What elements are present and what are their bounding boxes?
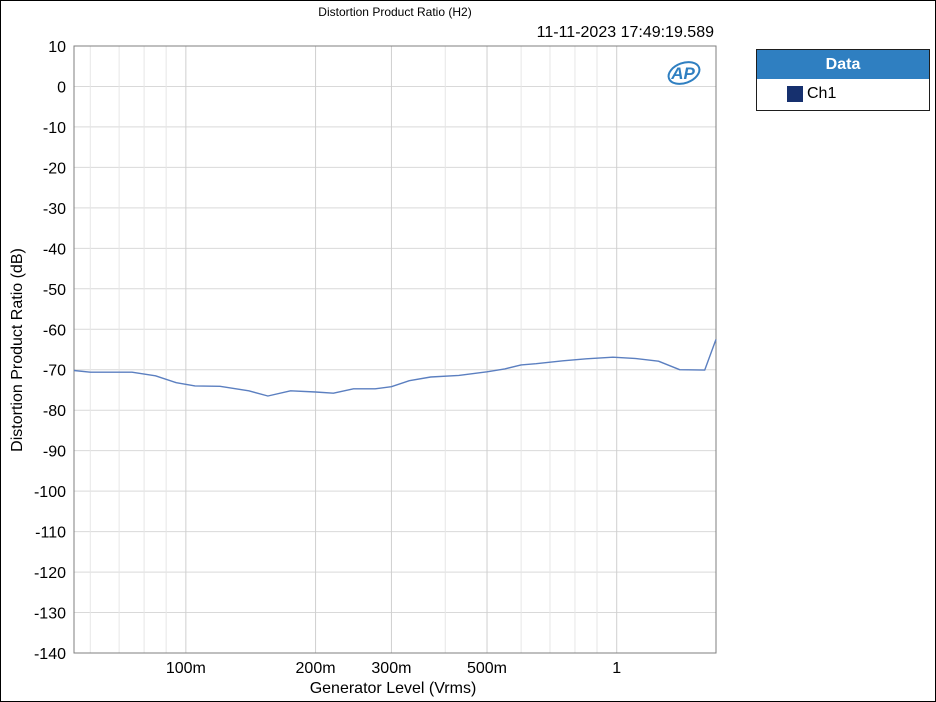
x-tick-label: 1: [612, 660, 621, 677]
x-tick-label: 100m: [166, 660, 206, 677]
y-tick-label: -140: [34, 646, 66, 663]
y-axis-label: Distortion Product Ratio (dB): [9, 248, 26, 452]
y-tick-label: -110: [35, 525, 66, 542]
y-tick-label: 0: [57, 79, 66, 96]
series-line-ch1: [73, 339, 717, 397]
chart-title: Distortion Product Ratio (H2): [318, 5, 471, 19]
y-tick-label: -50: [43, 282, 66, 299]
x-tick-label: 500m: [467, 660, 507, 677]
y-tick-label: -20: [43, 160, 66, 177]
legend-swatch-icon: [787, 86, 803, 102]
y-tick-label: -40: [43, 241, 66, 258]
ap-logo-icon: AP: [667, 61, 701, 85]
y-tick-label: -70: [43, 363, 66, 380]
x-axis-label: Generator Level (Vrms): [310, 680, 477, 697]
ap-logo-text: AP: [670, 64, 695, 83]
y-tick-label: -60: [43, 322, 66, 339]
y-tick-label: -120: [34, 565, 66, 582]
grid: [74, 45, 716, 654]
axes: 10 0 -10 -20 -30 -40 -50 -60 -70 -80 -90 -100 -110 -1…: [34, 39, 717, 677]
x-tick-label: 300m: [371, 660, 411, 677]
y-tick-label: 10: [48, 39, 66, 56]
y-tick-label: -10: [43, 120, 66, 137]
text-layer: Distortion Product Ratio (H2) 11-11-2023…: [9, 5, 714, 697]
legend-label: Ch1: [807, 85, 837, 102]
legend-title: Data: [757, 50, 929, 79]
legend: Data Ch1: [756, 49, 930, 111]
y-tick-label: -80: [43, 403, 66, 420]
y-tick-label: -130: [34, 606, 66, 623]
legend-item-ch1[interactable]: Ch1: [757, 79, 929, 109]
x-tick-label: 200m: [296, 660, 336, 677]
series-layer: [73, 339, 717, 397]
y-tick-label: -90: [43, 444, 66, 461]
plot-border: [73, 45, 717, 654]
y-tick-label: -30: [43, 201, 66, 218]
y-tick-label: -100: [34, 484, 66, 501]
chart-timestamp: 11-11-2023 17:49:19.589: [537, 24, 714, 41]
